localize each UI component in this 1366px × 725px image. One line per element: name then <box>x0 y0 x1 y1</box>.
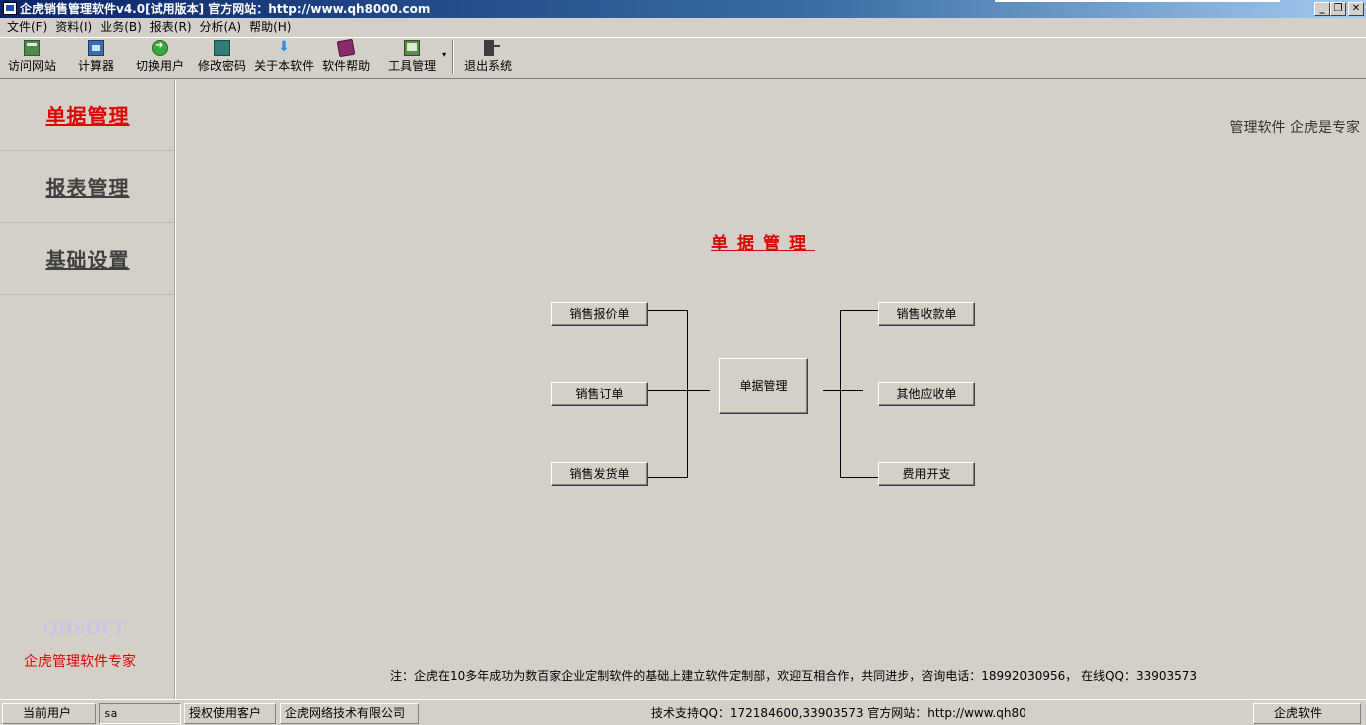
app-icon <box>3 2 17 15</box>
window-title: 企虎销售管理软件v4.0[试用版本] 官方网站：http://www.qh800… <box>20 2 431 16</box>
current-user-label: 当前用户 <box>2 703 96 724</box>
section-title: 单据管理 <box>711 234 815 254</box>
sidebar-item-reports[interactable]: 报表管理 <box>0 151 175 223</box>
notice-text: 注：企虎在10多年成功为数百家企业定制软件的基础上建立软件定制部，欢迎互相合作，… <box>390 669 1198 683</box>
book-icon <box>336 38 356 58</box>
about-button[interactable]: 关于本软件 <box>250 38 318 76</box>
status-bar: 当前用户 sa 授权使用客户 企虎网络技术有限公司 技术支持QQ：1721846… <box>0 699 1366 725</box>
brand-status: 企虎软件 <box>1253 703 1361 724</box>
support-info: 技术支持QQ：172184600,33903573 官方网站：http://ww… <box>651 706 1026 720</box>
licensed-customer: 企虎网络技术有限公司 <box>280 703 419 724</box>
sales-quotation-button[interactable]: 销售报价单 <box>551 302 648 326</box>
expense-button[interactable]: 费用开支 <box>878 462 975 486</box>
sidebar: 单据管理 报表管理 基础设置 QHSOFT 企虎管理软件专家 <box>0 79 176 699</box>
minimize-button[interactable]: _ <box>1314 2 1330 16</box>
exit-door-icon <box>484 40 501 56</box>
menu-analysis[interactable]: 分析(A) <box>196 18 246 37</box>
title-bar-highlight <box>995 0 1280 2</box>
tools-icon <box>404 40 421 56</box>
window-controls: _ ❐ ✕ <box>1314 2 1364 16</box>
connector-line <box>823 390 863 391</box>
tools-dropdown-icon[interactable]: ▾ <box>442 50 446 59</box>
switch-user-icon <box>152 40 169 56</box>
close-button[interactable]: ✕ <box>1348 2 1364 16</box>
password-icon <box>214 40 231 56</box>
visit-site-button[interactable]: 访问网站 <box>4 38 60 76</box>
sidebar-item-documents[interactable]: 单据管理 <box>0 79 175 151</box>
connector-line <box>687 310 688 478</box>
menu-reports[interactable]: 报表(R) <box>146 18 196 37</box>
sidebar-item-settings[interactable]: 基础设置 <box>0 223 175 295</box>
toolbar: 访问网站 计算器 切换用户 修改密码 关于本软件 软件帮助 工具管理 ▾ 退出系… <box>0 37 1366 79</box>
calculator-label: 计算器 <box>78 59 115 73</box>
connector-line <box>648 310 688 311</box>
brand-logo-text: QHSOFT <box>42 619 126 639</box>
change-password-label: 修改密码 <box>198 59 247 73</box>
download-arrow-icon <box>276 39 292 56</box>
title-bar: 企虎销售管理软件v4.0[试用版本] 官方网站：http://www.qh800… <box>0 0 1366 18</box>
visit-site-label: 访问网站 <box>8 59 57 73</box>
restore-button[interactable]: ❐ <box>1330 2 1346 16</box>
menu-file[interactable]: 文件(F) <box>3 18 51 37</box>
main-content: 管理软件 企虎是专家 单据管理 销售报价单 销售订单 销售发货单 单据管理 销售… <box>178 79 1366 699</box>
sales-receipt-button[interactable]: 销售收款单 <box>878 302 975 326</box>
menu-business[interactable]: 业务(B) <box>96 18 146 37</box>
connector-line <box>840 310 878 311</box>
slogan: 管理软件 企虎是专家 <box>1229 120 1360 136</box>
licensed-label: 授权使用客户 <box>184 703 276 724</box>
exit-label: 退出系统 <box>464 59 513 73</box>
change-password-button[interactable]: 修改密码 <box>194 38 250 76</box>
tools-button[interactable]: 工具管理 <box>384 38 440 76</box>
brand-tagline: 企虎管理软件专家 <box>24 654 136 670</box>
documents-hub-button[interactable]: 单据管理 <box>719 358 808 414</box>
calculator-button[interactable]: 计算器 <box>74 38 118 76</box>
switch-user-button[interactable]: 切换用户 <box>132 38 188 76</box>
sales-order-button[interactable]: 销售订单 <box>551 382 648 406</box>
exit-button[interactable]: 退出系统 <box>460 38 516 76</box>
toolbar-separator <box>452 40 455 74</box>
calculator-icon <box>88 40 105 56</box>
connector-line <box>648 390 710 391</box>
other-receivable-button[interactable]: 其他应收单 <box>878 382 975 406</box>
tools-label: 工具管理 <box>388 59 437 73</box>
web-icon <box>24 40 40 56</box>
about-label: 关于本软件 <box>254 59 315 73</box>
menu-help[interactable]: 帮助(H) <box>245 18 295 37</box>
connector-line <box>840 310 841 478</box>
help-button[interactable]: 软件帮助 <box>318 38 374 76</box>
connector-line <box>648 477 688 478</box>
switch-user-label: 切换用户 <box>136 59 185 73</box>
connector-line <box>840 477 878 478</box>
menu-data[interactable]: 资料(I) <box>51 18 96 37</box>
sales-delivery-button[interactable]: 销售发货单 <box>551 462 648 486</box>
help-label: 软件帮助 <box>322 59 371 73</box>
menu-bar: 文件(F) 资料(I) 业务(B) 报表(R) 分析(A) 帮助(H) <box>0 18 1366 37</box>
current-user-value: sa <box>99 703 181 724</box>
